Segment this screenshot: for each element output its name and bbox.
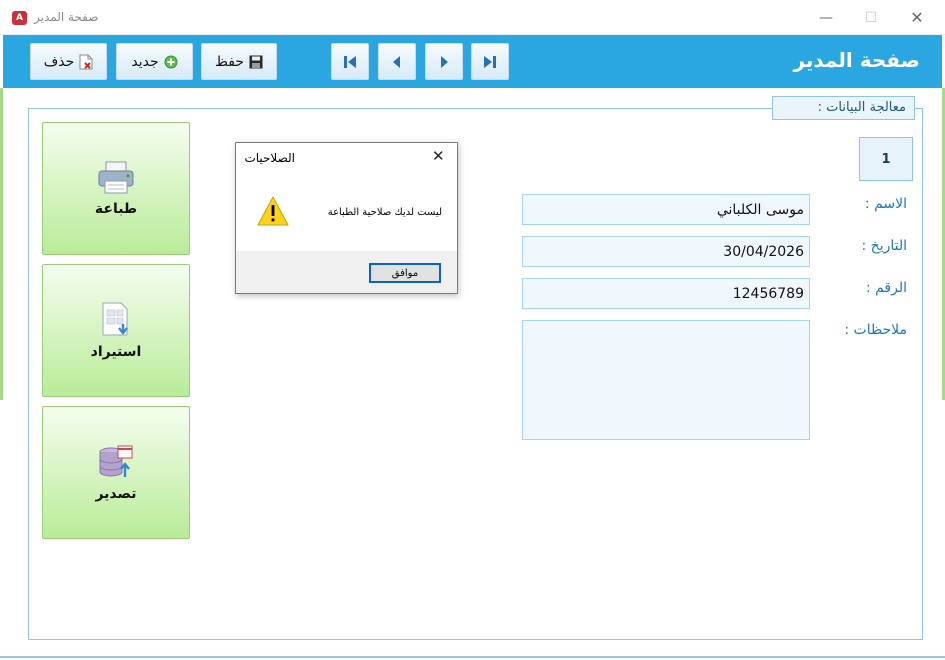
close-window-button[interactable]: ✕	[902, 6, 932, 30]
import-tile-label: استيراد	[90, 343, 142, 360]
export-database-icon	[99, 445, 133, 477]
window-titlebar: A صفحة المدير — ☐ ✕	[0, 0, 945, 35]
date-label: التاريخ :	[861, 238, 907, 254]
name-label: الاسم :	[864, 196, 907, 212]
next-record-button[interactable]	[425, 43, 463, 80]
previous-record-button[interactable]	[378, 43, 416, 80]
record-id-field[interactable]: 1	[859, 137, 913, 181]
ok-button[interactable]: موافق	[369, 263, 441, 283]
delete-document-icon	[79, 54, 93, 69]
printer-icon	[98, 161, 134, 193]
number-label: الرقم :	[865, 280, 907, 296]
export-tile-label: تصدير	[95, 485, 137, 502]
last-record-button[interactable]	[471, 43, 509, 80]
save-button-label: حفظ	[214, 53, 245, 70]
window-title: صفحة المدير	[34, 10, 99, 24]
frame-legend: معالجة البيانات :	[772, 96, 915, 120]
floppy-disk-icon	[249, 55, 263, 68]
dialog-title: الصلاحيات	[244, 151, 295, 165]
new-record-button-label: جديد	[131, 53, 159, 70]
previous-record-icon	[393, 55, 400, 68]
print-tile-button[interactable]: طباعة	[42, 122, 190, 255]
dialog-close-button[interactable]: ✕	[432, 149, 445, 164]
add-circle-icon	[164, 55, 178, 68]
warning-icon	[257, 196, 289, 226]
save-button[interactable]: حفظ	[201, 43, 277, 80]
minimize-button[interactable]: —	[811, 6, 841, 30]
access-app-icon: A	[12, 11, 27, 25]
import-document-icon	[102, 302, 128, 335]
export-tile-button[interactable]: تصدير	[42, 406, 190, 539]
first-record-button[interactable]	[331, 43, 369, 80]
print-tile-label: طباعة	[94, 200, 138, 217]
left-accent-strip	[0, 88, 3, 400]
dialog-footer: موافق	[236, 251, 457, 293]
import-tile-button[interactable]: استيراد	[42, 264, 190, 397]
name-field[interactable]: موسى الكلباني	[522, 194, 810, 225]
notes-field[interactable]	[522, 320, 810, 440]
delete-button-label: حذف	[43, 53, 75, 70]
header-bar: حذف جديد حفظ صفحة المدير	[3, 35, 942, 88]
delete-button[interactable]: حذف	[30, 43, 107, 80]
dialog-message: ليست لديك صلاحية الطباعة	[327, 207, 442, 218]
last-record-icon	[484, 55, 496, 68]
permissions-dialog: الصلاحيات ✕ ليست لديك صلاحية الطباعة موا…	[235, 142, 458, 294]
maximize-button[interactable]: ☐	[856, 6, 886, 30]
page-title: صفحة المدير	[793, 48, 920, 72]
new-record-button[interactable]: جديد	[116, 43, 193, 80]
date-field[interactable]: 30/04/2026	[522, 236, 810, 267]
first-record-icon	[344, 55, 356, 68]
number-field[interactable]: 12456789	[522, 278, 810, 309]
bottom-border	[0, 656, 945, 658]
notes-label: ملاحظات :	[844, 322, 907, 338]
next-record-icon	[441, 55, 448, 68]
